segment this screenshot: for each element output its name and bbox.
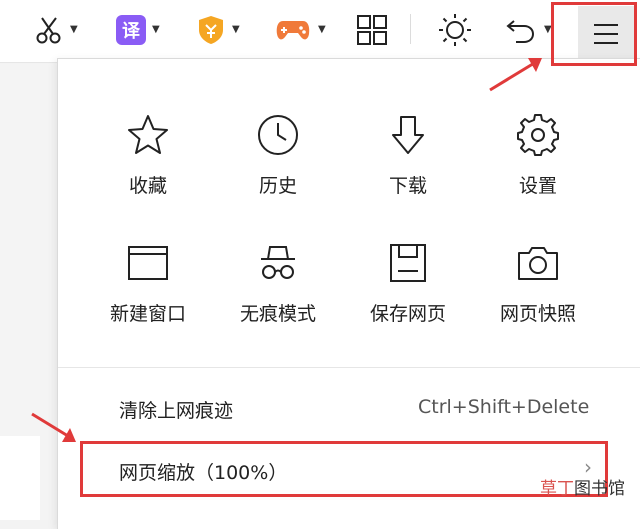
menu-item-label: 下载 [388, 175, 427, 197]
menu-item-label: 设置 [518, 175, 557, 197]
menu-item-incognito[interactable]: 无痕模式 [223, 239, 333, 326]
watermark: 草丁图书馆 [540, 479, 625, 499]
toolbar-divider [410, 14, 411, 44]
menu-item-label: 收藏 [128, 175, 167, 197]
menu-item-history[interactable]: 历史 [223, 111, 333, 198]
highlight-box-menu [551, 2, 637, 66]
apps-button[interactable] [356, 12, 388, 48]
brightness-icon [439, 14, 471, 46]
menu-item-save-page[interactable]: 保存网页 [353, 239, 463, 326]
chevron-down-icon[interactable]: ▼ [232, 25, 240, 35]
window-icon [128, 246, 168, 280]
gamepad-icon [276, 21, 310, 40]
download-icon [392, 116, 424, 154]
menu-item-downloads[interactable]: 下载 [353, 111, 463, 198]
translate-button[interactable]: 译 ▼ [116, 12, 160, 48]
menu-divider [58, 367, 640, 368]
chevron-down-icon[interactable]: ▼ [70, 25, 78, 35]
clear-history-shortcut: Ctrl+Shift+Delete [418, 396, 590, 418]
menu-item-label: 新建窗口 [109, 303, 186, 325]
page-background [0, 64, 60, 520]
highlight-box-zoom [80, 441, 608, 497]
game-button[interactable]: ▼ [274, 12, 326, 48]
undo-icon [506, 20, 535, 43]
grid-apps-icon [357, 15, 387, 45]
security-button[interactable]: ▼ [196, 12, 240, 48]
star-icon [128, 115, 168, 154]
page-content-fragment [0, 436, 40, 520]
menu-item-settings[interactable]: 设置 [483, 111, 593, 198]
menu-item-label: 网页快照 [499, 303, 576, 325]
menu-item-snapshot[interactable]: 网页快照 [483, 239, 593, 326]
menu-item-label: 无痕模式 [239, 303, 316, 325]
annotation-arrow-icon [31, 412, 76, 442]
clear-history-label: 清除上网痕迹 [119, 400, 234, 422]
menu-item-new-window[interactable]: 新建窗口 [93, 239, 203, 326]
shield-icon [199, 16, 223, 44]
gear-icon [517, 114, 559, 156]
save-icon [390, 244, 426, 282]
brightness-button[interactable] [438, 12, 472, 48]
chevron-down-icon[interactable]: ▼ [152, 25, 160, 35]
clock-icon [258, 115, 298, 155]
annotation-arrow-icon [489, 58, 542, 92]
menu-item-label: 保存网页 [369, 303, 446, 325]
translate-icon: 译 [116, 15, 146, 45]
undo-button[interactable]: ▼ [504, 12, 552, 48]
screenshot-button[interactable]: ▼ [34, 12, 78, 48]
menu-item-label: 历史 [258, 175, 297, 197]
incognito-icon [261, 246, 295, 279]
scissors-icon [36, 17, 61, 44]
chevron-down-icon[interactable]: ▼ [318, 25, 326, 35]
menu-item-favorites[interactable]: 收藏 [93, 111, 203, 198]
camera-icon [518, 247, 558, 280]
